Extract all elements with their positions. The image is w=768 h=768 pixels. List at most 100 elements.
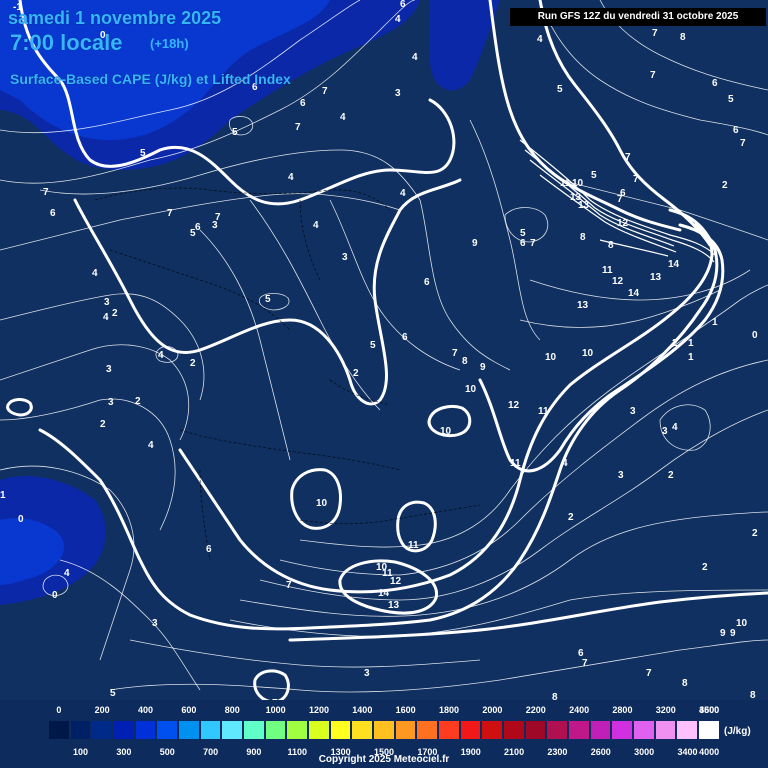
legend-swatch (199, 720, 222, 740)
contour-label: 6 (424, 277, 430, 288)
run-info: Run GFS 12Z du vendredi 31 octobre 2025 (510, 8, 766, 26)
contour-label: 3 (364, 668, 370, 679)
contour-label: 5 (728, 94, 734, 105)
legend-label-top: 1200 (308, 705, 329, 715)
legend-swatch (589, 720, 612, 740)
contour-label: 5 (370, 340, 376, 351)
copyright: Copyright 2025 Meteociel.fr (318, 754, 450, 765)
legend-label-top: 800 (224, 705, 240, 715)
legend-swatch (91, 720, 114, 740)
contour-label: 4 (158, 350, 164, 361)
legend-label-top: 1000 (265, 705, 286, 715)
legend-swatch (654, 720, 677, 740)
legend-swatch (481, 720, 504, 740)
contour-label: 11 (510, 458, 521, 469)
contour-label: 12 (390, 576, 402, 587)
contour-label: 14 (628, 288, 640, 299)
contour-label: 7 (43, 187, 49, 198)
legend-swatch (178, 720, 200, 740)
legend-swatch (633, 720, 655, 740)
contour-label: 2 (112, 308, 118, 319)
contour-label: 7 (652, 28, 658, 39)
contour-label: 7 (633, 174, 639, 185)
contour-label: 7 (617, 194, 623, 205)
legend-label-top: 2200 (525, 705, 546, 715)
contour-label: 8 (680, 32, 686, 43)
contour-label: 11 (560, 178, 571, 189)
contour-label: 9 (472, 238, 478, 249)
contour-label: 11 (602, 265, 613, 276)
legend-swatch (459, 720, 482, 740)
contour-label: 5 (557, 84, 563, 95)
contour-label: 2 (722, 180, 728, 191)
legend-swatch (698, 720, 720, 740)
legend-swatch (351, 720, 374, 740)
contour-label: 4 (92, 268, 98, 279)
legend-label-top: 1800 (439, 705, 460, 715)
contour-label: 6 (400, 0, 406, 10)
contour-label: 13 (650, 272, 662, 283)
contour-label: 9 (730, 628, 736, 639)
contour-label: 9 (480, 362, 486, 373)
legend-label-top: 600 (181, 705, 197, 715)
legend-swatch (264, 720, 287, 740)
contour-label: 0 (752, 330, 758, 341)
contour-label: 4 (148, 440, 154, 451)
legend-label-top: 0 (56, 705, 62, 715)
contour-label: 4 (103, 312, 109, 323)
contour-label: 4 (340, 112, 346, 123)
legend-label-top: 2400 (569, 705, 590, 715)
contour-label: 11 (538, 406, 549, 417)
contour-label: 8 (580, 232, 586, 243)
legend-swatch (69, 720, 92, 740)
contour-label: 7 (646, 668, 652, 679)
forecast-step: (+18h) (150, 36, 189, 51)
contour-label: 4 (412, 52, 418, 63)
contour-label: 5 (110, 688, 116, 699)
legend-swatch (156, 720, 179, 740)
contour-label: 1 (688, 352, 694, 363)
legend-swatch (373, 720, 395, 740)
legend-label-top: 400 (138, 705, 154, 715)
contour-label: 14 (378, 588, 390, 599)
contour-label: 3 (662, 426, 668, 437)
contour-label: 2 (353, 368, 359, 379)
contour-label: 1 (0, 490, 6, 501)
weather-map: -1 6 4 0 6 7 5 6 7 4 4 3 5 7 7 7 6 5 6 5… (0, 0, 768, 768)
contour-label: 10 (440, 426, 452, 437)
contour-label: 2 (190, 358, 196, 369)
contour-label: 3 (630, 406, 636, 417)
contour-label: 2 (100, 419, 106, 430)
contour-label: 2 (672, 338, 678, 349)
legend-swatch (611, 720, 634, 740)
contour-label: 10 (736, 618, 748, 629)
contour-label: 10 (572, 178, 584, 189)
contour-label: 8 (608, 240, 614, 251)
legend-top-labels: 0 200 400 600 800 1000 1200 1400 1600 1800 2000 220… (0, 704, 768, 716)
contour-label: 0 (18, 514, 24, 525)
contour-label: 7 (740, 138, 746, 149)
map-viewer: -1 6 4 0 6 7 5 6 7 4 4 3 5 7 7 7 6 5 6 5… (0, 0, 768, 768)
forecast-date: samedi 1 novembre 2025 (8, 8, 222, 28)
contour-label: 4 (562, 458, 568, 469)
contour-label: 7 (650, 70, 656, 81)
contour-label: 14 (668, 259, 680, 270)
contour-label: 1 (712, 317, 718, 328)
contour-label: 3 (618, 470, 624, 481)
contour-label: 8 (682, 678, 688, 689)
legend-swatch (286, 720, 309, 740)
contour-label: 2 (135, 396, 141, 407)
legend-swatch (568, 720, 590, 740)
contour-label: 12 (508, 400, 520, 411)
contour-label: 3 (106, 364, 112, 375)
contour-label: 1 (688, 338, 694, 349)
legend-swatch (134, 720, 157, 740)
contour-label: 13 (578, 200, 590, 211)
contour-label: 13 (577, 300, 589, 311)
contour-label: 5 (232, 127, 238, 138)
contour-label: 7 (295, 122, 301, 133)
contour-label: 10 (316, 498, 328, 509)
legend-label-top: 1600 (395, 705, 416, 715)
legend-label-top: 3200 (655, 705, 676, 715)
contour-label: 12 (617, 218, 629, 229)
